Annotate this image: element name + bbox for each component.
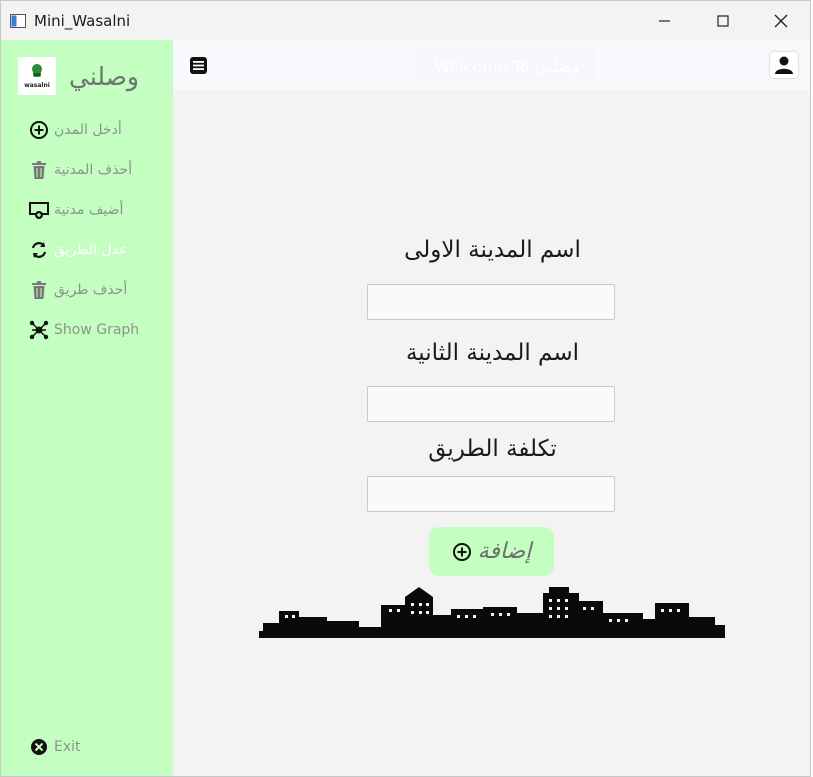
- sidebar-item-label: أحذف المدنية: [54, 162, 133, 178]
- exit-label: Exit: [54, 739, 81, 755]
- road-cost-label: تكلفة الطريق: [428, 436, 557, 462]
- welcome-text: Welcome To وصلني: [434, 56, 580, 76]
- exit-button[interactable]: Exit: [29, 736, 81, 758]
- sidebar-item-add-cities[interactable]: أدخل المدن: [29, 117, 122, 143]
- city1-label: اسم المدينة الاولى: [404, 237, 581, 263]
- add-circle-icon: [29, 120, 49, 140]
- maximize-button[interactable]: [694, 1, 752, 40]
- sidebar-item-label: أضيف مدنية: [54, 202, 124, 218]
- sidebar-item-label: عدل الطريق: [54, 242, 128, 258]
- logo-map-pin-icon: [32, 64, 42, 77]
- add-road-label: إضافة: [477, 539, 532, 564]
- road-cost-input[interactable]: [367, 476, 615, 512]
- add-circle-icon: [452, 542, 471, 561]
- sidebar-item-delete-road[interactable]: أحذف طريق: [29, 277, 127, 303]
- top-header: Welcome To وصلني: [173, 40, 810, 90]
- welcome-banner: Welcome To وصلني: [417, 48, 597, 84]
- minimize-icon: [659, 19, 670, 22]
- add-road-button[interactable]: إضافة: [429, 527, 554, 576]
- logo-title: وصلني: [69, 62, 139, 91]
- trash-icon: [29, 280, 49, 300]
- maximize-icon: [717, 14, 729, 27]
- app-logo: wasalni: [18, 57, 56, 95]
- monitor-add-icon: [29, 200, 49, 220]
- trash-icon: [29, 160, 49, 180]
- main-content: اسم المدينة الاولى اسم المدينة الثانية ت…: [173, 90, 810, 776]
- app-window-icon: [10, 13, 26, 28]
- window-title: Mini_Wasalni: [34, 11, 131, 30]
- sidebar-item-label: أدخل المدن: [54, 122, 122, 138]
- logo-caption: wasalni: [24, 82, 50, 89]
- close-icon: [774, 14, 788, 27]
- sidebar-item-show-graph[interactable]: Show Graph: [29, 317, 139, 343]
- sidebar-item-add-city[interactable]: أضيف مدنية: [29, 197, 123, 223]
- sidebar: wasalni وصلني أدخل المدن أحذف المدنية أض…: [1, 40, 173, 776]
- city-skyline-image: [259, 587, 725, 638]
- title-bar[interactable]: Mini_Wasalni: [1, 1, 810, 40]
- hamburger-menu-icon: [190, 57, 207, 74]
- close-button[interactable]: [752, 1, 810, 40]
- user-profile-button[interactable]: [770, 52, 798, 78]
- sidebar-item-edit-road[interactable]: عدل الطريق: [29, 237, 127, 263]
- user-icon: [775, 56, 793, 74]
- swap-icon: [29, 240, 49, 260]
- menu-button[interactable]: [189, 56, 208, 75]
- city2-input[interactable]: [367, 386, 615, 422]
- graph-icon: [29, 320, 49, 340]
- close-circle-icon: [29, 737, 49, 757]
- minimize-button[interactable]: [636, 1, 694, 40]
- sidebar-item-delete-city[interactable]: أحذف المدنية: [29, 157, 132, 183]
- sidebar-item-label: Show Graph: [54, 322, 140, 338]
- sidebar-item-label: أحذف طريق: [54, 282, 128, 298]
- city2-label: اسم المدينة الثانية: [405, 340, 580, 366]
- app-window: Mini_Wasalni wasalni وصلني أدخل المدن أح…: [0, 0, 811, 777]
- city1-input[interactable]: [367, 284, 615, 320]
